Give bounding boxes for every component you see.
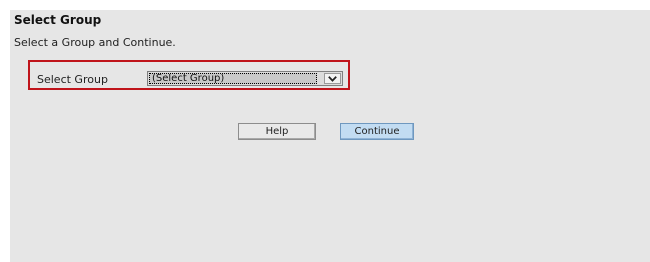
page-instruction: Select a Group and Continue. <box>14 36 176 49</box>
page-title: Select Group <box>14 13 102 27</box>
continue-button[interactable]: Continue <box>340 123 414 140</box>
help-button[interactable]: Help <box>238 123 316 140</box>
select-group-label: Select Group <box>37 73 108 86</box>
chevron-down-icon <box>328 75 337 82</box>
dropdown-button[interactable] <box>324 73 341 84</box>
group-select-value[interactable]: (Select Group) <box>149 73 317 84</box>
group-select[interactable]: (Select Group) <box>147 71 343 86</box>
